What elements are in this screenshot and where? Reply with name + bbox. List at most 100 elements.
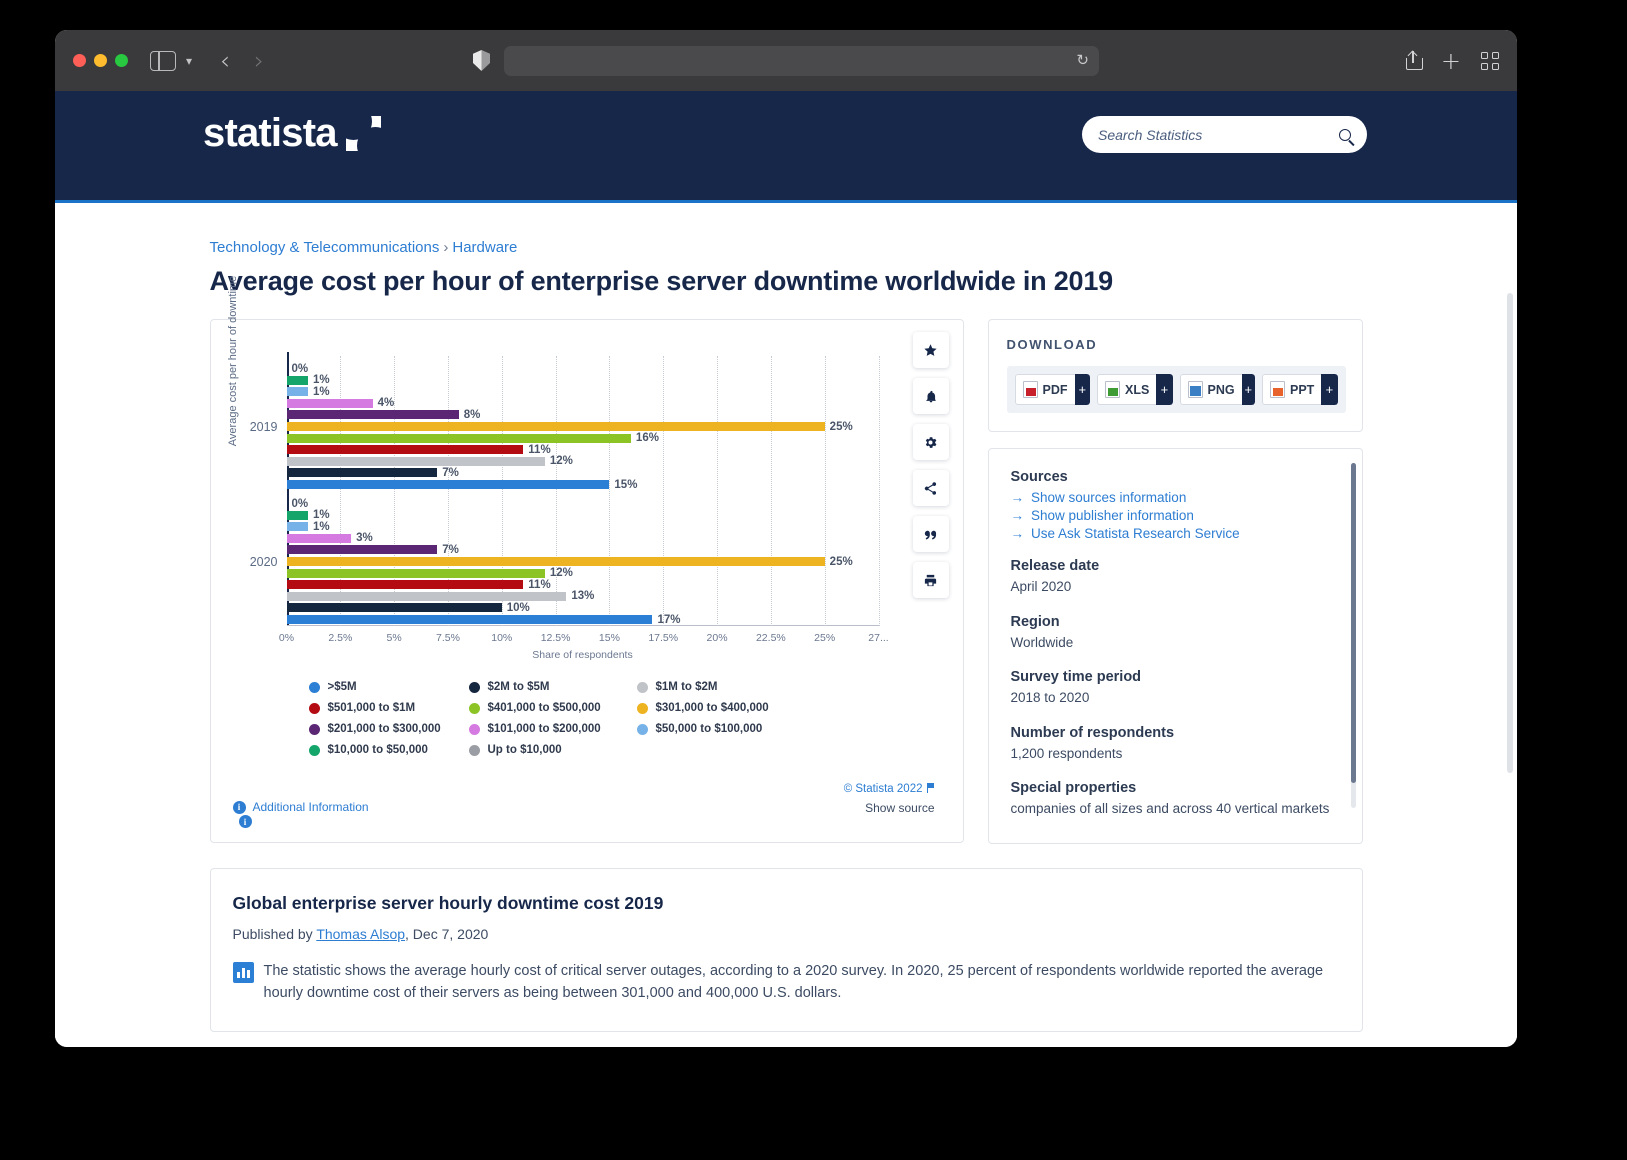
download-options-button[interactable]: + — [1156, 374, 1172, 405]
chart-bar[interactable]: 12% — [287, 569, 545, 578]
window-controls[interactable] — [73, 54, 128, 67]
chart-bar[interactable]: 3% — [287, 534, 352, 543]
search-input[interactable] — [1098, 127, 1333, 143]
legend-label: $401,000 to $500,000 — [488, 702, 601, 714]
legend-item[interactable]: Up to $10,000 — [469, 744, 637, 756]
chart-bar[interactable]: 17% — [287, 615, 653, 624]
alert-bell-button[interactable] — [913, 378, 949, 414]
download-options-button[interactable]: + — [1321, 374, 1337, 405]
new-tab-icon[interactable]: + — [1441, 49, 1461, 73]
sources-scrollbar-thumb[interactable] — [1351, 463, 1356, 783]
chart-x-tick-label: 20% — [707, 632, 728, 644]
legend-item[interactable]: $201,000 to $300,000 — [309, 723, 469, 735]
back-button[interactable]: ‹ — [208, 48, 242, 73]
close-window-button[interactable] — [73, 54, 86, 67]
legend-label: $201,000 to $300,000 — [328, 723, 441, 735]
chart-x-tick-label: 25% — [814, 632, 835, 644]
chart-bar[interactable]: 11% — [287, 580, 524, 589]
legend-item[interactable]: $1M to $2M — [637, 681, 889, 693]
chart-bar[interactable]: 1% — [287, 511, 309, 520]
chart-bar[interactable]: 13% — [287, 592, 567, 601]
chart-bar[interactable]: 15% — [287, 480, 610, 489]
main-row: Average cost per hour of downtime 0%1%1%… — [210, 319, 1363, 844]
search-icon[interactable] — [1339, 129, 1351, 141]
chart-bar[interactable]: 11% — [287, 445, 524, 454]
legend-item[interactable]: $401,000 to $500,000 — [469, 702, 637, 714]
legend-item[interactable]: $301,000 to $400,000 — [637, 702, 889, 714]
minimize-window-button[interactable] — [94, 54, 107, 67]
chart-bar[interactable]: 10% — [287, 603, 502, 612]
info-icon[interactable]: i — [239, 815, 252, 828]
forward-button[interactable]: › — [242, 48, 276, 73]
tab-overview-icon[interactable] — [1481, 52, 1499, 70]
sources-link[interactable]: →Show sources information — [1011, 490, 1340, 505]
share-icon[interactable] — [1406, 51, 1421, 70]
breadcrumb: Technology & Telecommunications›Hardware — [210, 239, 1363, 256]
description-text: The statistic shows the average hourly c… — [264, 960, 1336, 1005]
additional-information-link[interactable]: i Additional Information — [233, 800, 369, 814]
sources-link[interactable]: → Show publisher information — [1011, 508, 1340, 523]
reload-icon[interactable]: ↻ — [1076, 53, 1089, 68]
chart-bar[interactable]: 25% — [287, 422, 825, 431]
breadcrumb-item-1[interactable]: Hardware — [452, 239, 517, 256]
chart-bar[interactable]: 1% — [287, 387, 309, 396]
download-ppt-button[interactable]: PPT+ — [1262, 374, 1338, 405]
chart-x-tick-label: 17.5% — [648, 632, 678, 644]
settings-gear-button[interactable] — [913, 424, 949, 460]
chart-bar[interactable]: 8% — [287, 410, 459, 419]
legend-item[interactable]: $50,000 to $100,000 — [637, 723, 889, 735]
author-link[interactable]: Thomas Alsop — [316, 926, 405, 942]
description-title: Global enterprise server hourly downtime… — [233, 893, 1336, 914]
download-pdf-button[interactable]: PDF+ — [1015, 374, 1091, 405]
chart-bar-value-label: 4% — [378, 397, 395, 409]
favorite-star-button[interactable] — [913, 332, 949, 368]
download-options-button[interactable]: + — [1242, 374, 1255, 405]
print-button[interactable] — [913, 562, 949, 598]
privacy-shield-icon — [473, 50, 490, 71]
chart-bar[interactable]: 25% — [287, 557, 825, 566]
show-source-label: Show source — [865, 801, 934, 815]
sources-field-value: 2018 to 2020 — [1011, 688, 1340, 708]
chart-bar[interactable]: 1% — [287, 522, 309, 531]
desktop-background: ▾ ‹ › ↻ + statista — [0, 0, 1627, 1160]
additional-information-label: Additional Information — [253, 800, 369, 814]
page-scrollbar[interactable] — [1507, 293, 1513, 773]
chart-bar[interactable]: 1% — [287, 376, 309, 385]
chart-x-tick-label: 0% — [279, 632, 294, 644]
chart-bar[interactable]: 7% — [287, 468, 438, 477]
chart-x-tick-label: 22.5% — [756, 632, 786, 644]
legend-item[interactable]: $501,000 to $1M — [309, 702, 469, 714]
legend-label: $101,000 to $200,000 — [488, 723, 601, 735]
sidebar-toggle-icon[interactable] — [150, 51, 176, 71]
chart-bar[interactable]: 4% — [287, 399, 373, 408]
statista-logo[interactable]: statista — [203, 113, 381, 153]
address-bar[interactable]: ↻ — [504, 46, 1099, 76]
sources-link-label: Show publisher information — [1031, 508, 1194, 523]
legend-swatch — [469, 724, 480, 735]
download-xls-button[interactable]: XLS + — [1097, 374, 1173, 405]
chevron-down-icon[interactable]: ▾ — [186, 55, 192, 67]
chart-bar[interactable]: 16% — [287, 434, 631, 443]
legend-item[interactable]: $2M to $5M — [469, 681, 637, 693]
sources-scrollbar[interactable] — [1351, 463, 1356, 808]
citation-quote-button[interactable] — [913, 516, 949, 552]
search-input-wrapper[interactable] — [1082, 116, 1367, 153]
maximize-window-button[interactable] — [115, 54, 128, 67]
download-png-button[interactable]: PNG+ — [1180, 374, 1256, 405]
download-button-label: XLS — [1125, 383, 1149, 397]
download-title: DOWNLOAD — [1007, 337, 1346, 352]
chart-bar[interactable]: 12% — [287, 457, 545, 466]
flag-icon[interactable] — [927, 783, 935, 793]
chart-bar-value-label: 17% — [657, 614, 680, 626]
chart-bar-value-label: 1% — [313, 521, 330, 533]
chart-bar[interactable]: 7% — [287, 545, 438, 554]
sources-link[interactable]: →Use Ask Statista Research Service — [1011, 526, 1340, 541]
share-chart-button[interactable] — [913, 470, 949, 506]
legend-item[interactable]: $10,000 to $50,000 — [309, 744, 469, 756]
arrow-right-icon: → — [1011, 508, 1025, 523]
legend-item[interactable]: $101,000 to $200,000 — [469, 723, 637, 735]
chart-bar-value-label: 7% — [442, 467, 459, 479]
breadcrumb-item-0[interactable]: Technology & Telecommunications — [210, 239, 440, 256]
legend-item[interactable]: >$5M — [309, 681, 469, 693]
download-options-button[interactable]: + — [1075, 374, 1091, 405]
